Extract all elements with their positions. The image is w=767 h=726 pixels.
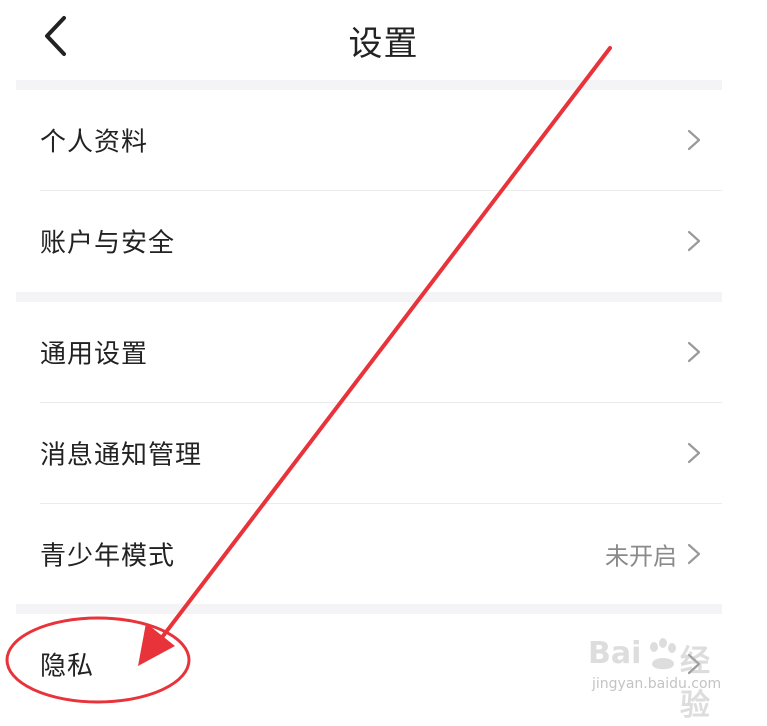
chevron-right-icon xyxy=(687,341,701,363)
settings-page: 设置 个人资料 账户与安全 通用设置 消息通知管理 青少年模式 未开启 隐私 B… xyxy=(0,0,767,726)
youth-mode-status: 未开启 xyxy=(605,542,677,571)
chevron-right-icon xyxy=(687,129,701,151)
paw-icon xyxy=(650,638,676,670)
settings-list: 个人资料 账户与安全 通用设置 消息通知管理 青少年模式 未开启 隐私 xyxy=(16,80,722,726)
settings-item-label: 账户与安全 xyxy=(40,228,176,259)
settings-item-account-security[interactable]: 账户与安全 xyxy=(16,191,722,291)
settings-item-profile[interactable]: 个人资料 xyxy=(16,90,722,190)
settings-group-general: 通用设置 消息通知管理 青少年模式 未开启 xyxy=(16,302,722,604)
settings-item-general[interactable]: 通用设置 xyxy=(16,302,722,402)
settings-item-label: 消息通知管理 xyxy=(40,440,203,471)
chevron-right-icon xyxy=(687,543,701,565)
watermark-brand: Bai xyxy=(588,636,642,671)
settings-item-label: 通用设置 xyxy=(40,339,149,370)
settings-item-notifications[interactable]: 消息通知管理 xyxy=(16,403,722,503)
chevron-right-icon xyxy=(687,230,701,252)
settings-group-profile: 个人资料 账户与安全 xyxy=(16,90,722,292)
watermark-url: jingyan.baidu.com xyxy=(592,676,722,692)
settings-item-label: 青少年模式 xyxy=(40,541,176,572)
settings-item-label: 隐私 xyxy=(40,651,95,682)
page-title: 设置 xyxy=(348,24,419,64)
watermark-logo: Bai 经验 jingyan.baidu.com xyxy=(588,636,738,723)
settings-item-label: 个人资料 xyxy=(40,127,149,158)
chevron-right-icon xyxy=(687,442,701,464)
settings-item-youth-mode[interactable]: 青少年模式 未开启 xyxy=(16,504,722,604)
top-bar: 设置 xyxy=(0,0,767,80)
